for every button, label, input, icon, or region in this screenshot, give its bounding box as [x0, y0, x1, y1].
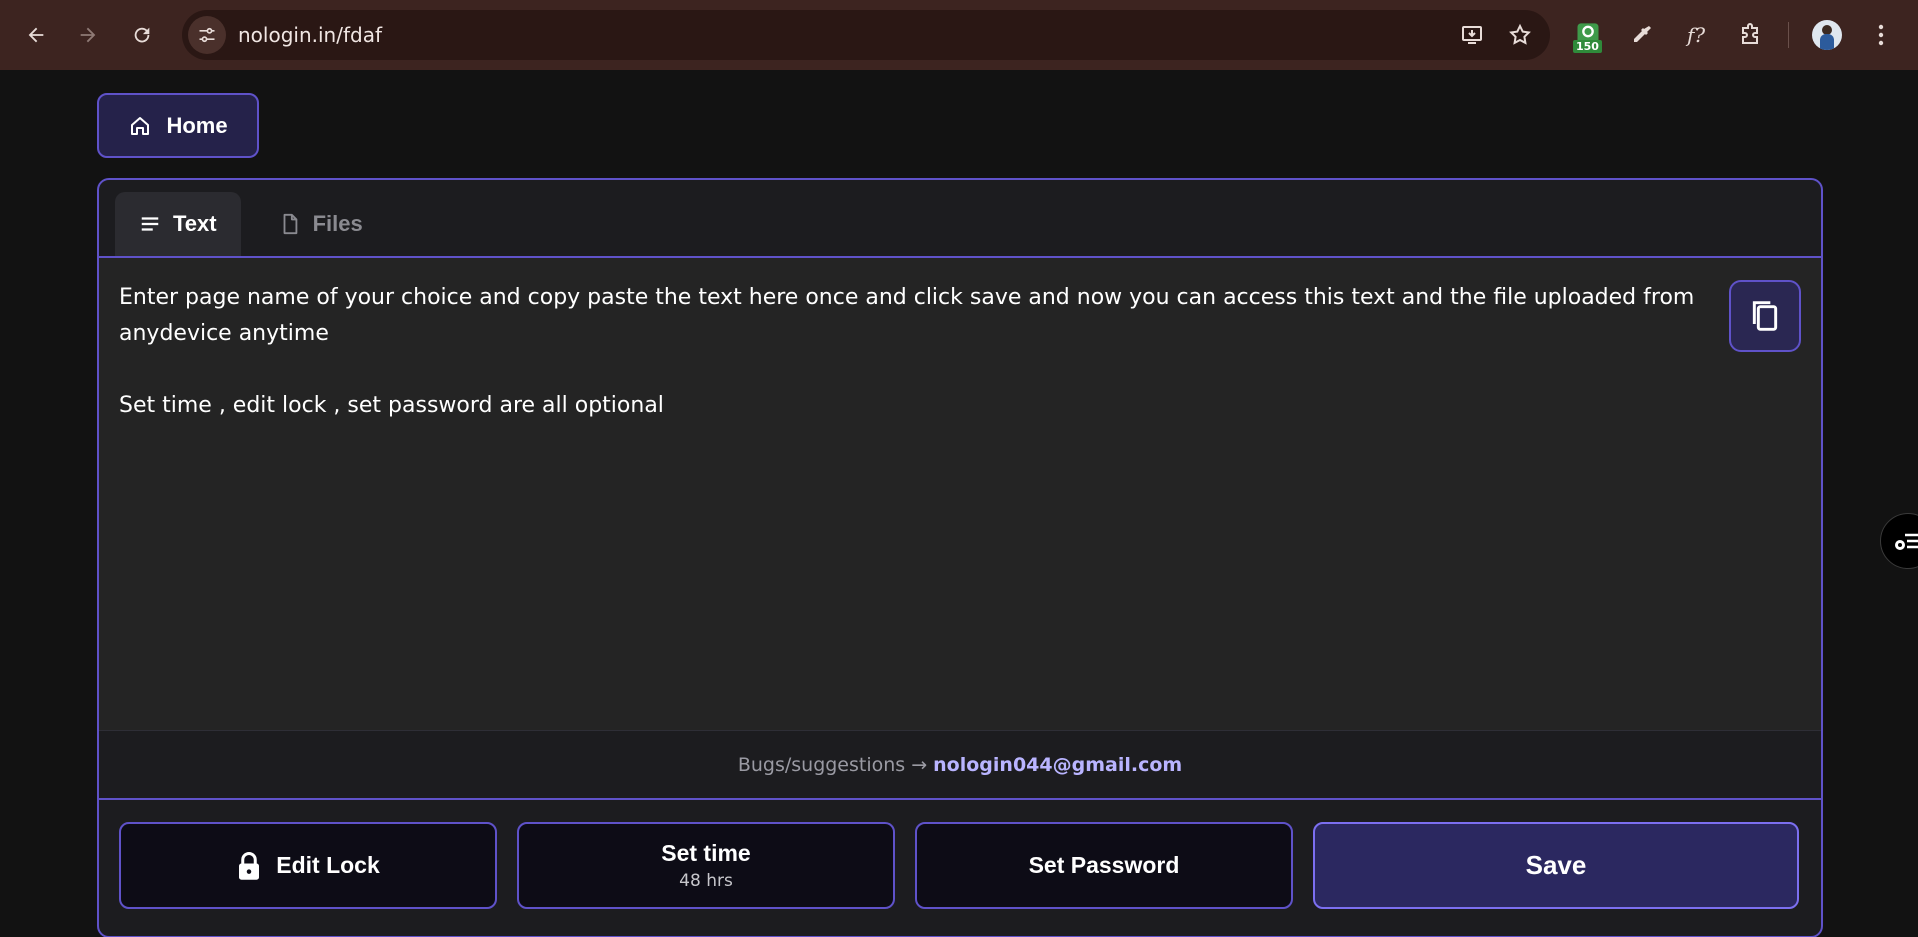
- reload-button[interactable]: [122, 15, 162, 55]
- save-button[interactable]: Save: [1313, 822, 1799, 909]
- feedback-note: Bugs/suggestions → nologin044@gmail.com: [99, 730, 1821, 800]
- extension-fonts[interactable]: f?: [1674, 13, 1718, 57]
- address-bar[interactable]: nologin.in/fdaf: [182, 10, 1550, 60]
- home-label: Home: [166, 112, 228, 138]
- extension-badge: 150: [1573, 40, 1602, 53]
- browser-toolbar: nologin.in/fdaf 150 f?: [0, 0, 1918, 70]
- text-lines-icon: [141, 217, 159, 231]
- editor-panel: Text Files Enter page name of your choic…: [97, 178, 1823, 937]
- kebab-menu-icon: [1878, 24, 1884, 46]
- menu-button[interactable]: [1859, 13, 1903, 57]
- copy-button[interactable]: [1729, 280, 1801, 352]
- set-time-label: Set time: [661, 840, 751, 866]
- arrow-right-icon: [80, 27, 96, 43]
- action-bar: Edit Lock Set time 48 hrs Set Password S…: [99, 800, 1821, 909]
- set-password-button[interactable]: Set Password: [915, 822, 1293, 909]
- star-icon: [1509, 23, 1531, 45]
- toolbar-divider: [1788, 22, 1789, 48]
- file-icon: [283, 213, 297, 235]
- set-time-button[interactable]: Set time 48 hrs: [517, 822, 895, 909]
- reload-icon: [134, 27, 150, 43]
- tab-files[interactable]: Files: [255, 192, 387, 256]
- home-icon: [131, 116, 150, 135]
- feedback-prefix: Bugs/suggestions →: [737, 753, 928, 776]
- eyedropper-icon: [1634, 26, 1651, 42]
- extensions-button[interactable]: [1728, 13, 1772, 57]
- function-icon: f?: [1686, 23, 1706, 47]
- install-icon: [1462, 26, 1482, 44]
- tab-text[interactable]: Text: [115, 192, 241, 256]
- set-time-value: 48 hrs: [679, 871, 733, 891]
- tab-files-label: Files: [312, 211, 363, 236]
- tab-text-label: Text: [173, 211, 217, 236]
- profile-button[interactable]: [1805, 13, 1849, 57]
- tab-bar: Text Files: [99, 180, 1821, 258]
- back-button[interactable]: [16, 15, 56, 55]
- editor-line-1: Enter page name of your choice and copy …: [119, 285, 1695, 346]
- home-button[interactable]: Home: [97, 93, 259, 158]
- lock-icon: [239, 851, 260, 880]
- copy-icon: [1752, 301, 1778, 331]
- feedback-email-link[interactable]: nologin044@gmail.com: [933, 754, 1182, 776]
- install-app-button[interactable]: [1452, 15, 1492, 55]
- avatar: [1812, 20, 1842, 50]
- extension-eyedropper[interactable]: [1620, 13, 1664, 57]
- url-text: nologin.in/fdaf: [238, 23, 382, 47]
- arrow-left-icon: [28, 27, 44, 43]
- save-label: Save: [1525, 850, 1587, 880]
- floating-widget-button[interactable]: [1880, 513, 1918, 569]
- set-password-label: Set Password: [1028, 852, 1180, 878]
- text-editor[interactable]: Enter page name of your choice and copy …: [99, 258, 1821, 730]
- forward-button[interactable]: [68, 15, 108, 55]
- extension-timer[interactable]: 150: [1566, 13, 1610, 57]
- puzzle-icon: [1742, 23, 1758, 44]
- edit-lock-label: Edit Lock: [276, 852, 380, 878]
- list-settings-icon: [1895, 533, 1918, 550]
- edit-lock-button[interactable]: Edit Lock: [119, 822, 497, 909]
- bookmark-button[interactable]: [1500, 15, 1540, 55]
- editor-line-2: Set time , edit lock , set password are …: [119, 393, 664, 418]
- site-info-icon[interactable]: [188, 16, 226, 54]
